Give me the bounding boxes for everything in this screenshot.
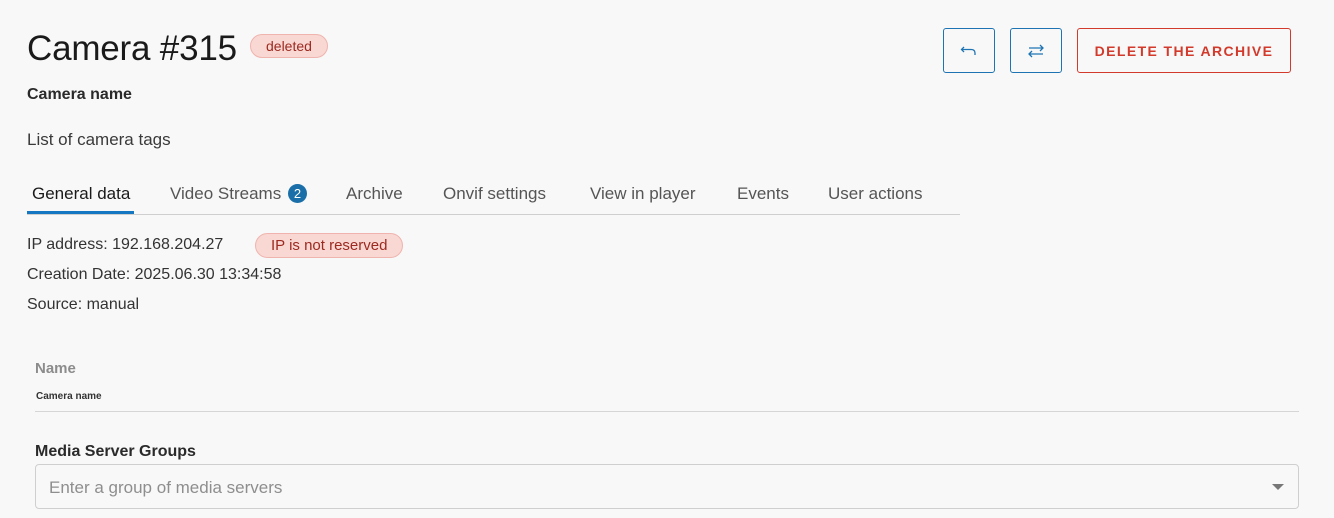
camera-details-page: Camera #315 deleted Camera name List of … bbox=[0, 0, 1334, 518]
swap-arrows-icon bbox=[1028, 44, 1044, 57]
tab-video-streams-label: Video Streams bbox=[170, 184, 282, 203]
camera-name-heading: Camera name bbox=[27, 86, 132, 103]
media-server-groups-placeholder: Enter a group of media servers bbox=[49, 478, 283, 497]
tab-video-streams[interactable]: Video Streams 2 bbox=[170, 184, 307, 204]
ip-reservation-badge: IP is not reserved bbox=[255, 233, 404, 258]
name-field-value[interactable]: Camera name bbox=[36, 391, 102, 402]
tab-onvif-settings[interactable]: Onvif settings bbox=[443, 184, 546, 204]
page-title: Camera #315 bbox=[27, 29, 237, 68]
tab-view-in-player[interactable]: View in player bbox=[590, 184, 696, 204]
media-server-groups-select[interactable]: Enter a group of media servers bbox=[35, 464, 1299, 509]
name-field-label: Name bbox=[35, 360, 76, 377]
name-field-underline bbox=[35, 411, 1299, 412]
undo-arrow-icon bbox=[960, 46, 976, 55]
tab-archive[interactable]: Archive bbox=[346, 184, 403, 204]
status-badge: deleted bbox=[250, 34, 328, 58]
active-tab-indicator bbox=[27, 211, 134, 214]
creation-date-text: Creation Date: 2025.06.30 13:34:58 bbox=[27, 266, 282, 283]
dropdown-arrow-icon[interactable] bbox=[1272, 484, 1284, 490]
ip-address-text: IP address: 192.168.204.27 bbox=[27, 236, 224, 253]
source-text: Source: manual bbox=[27, 296, 140, 313]
tab-general-data[interactable]: General data bbox=[32, 184, 130, 204]
delete-archive-button[interactable]: DELETE THE ARCHIVE bbox=[1077, 28, 1291, 73]
tab-bar: General data Video Streams 2 Archive Onv… bbox=[27, 178, 960, 215]
swap-button[interactable] bbox=[1010, 28, 1062, 73]
undo-button[interactable] bbox=[943, 28, 995, 73]
video-streams-count-badge: 2 bbox=[287, 184, 307, 203]
tab-events[interactable]: Events bbox=[737, 184, 789, 204]
tab-user-actions[interactable]: User actions bbox=[828, 184, 922, 204]
camera-tags-text[interactable]: List of camera tags bbox=[27, 130, 171, 150]
media-server-groups-label: Media Server Groups bbox=[35, 443, 196, 460]
